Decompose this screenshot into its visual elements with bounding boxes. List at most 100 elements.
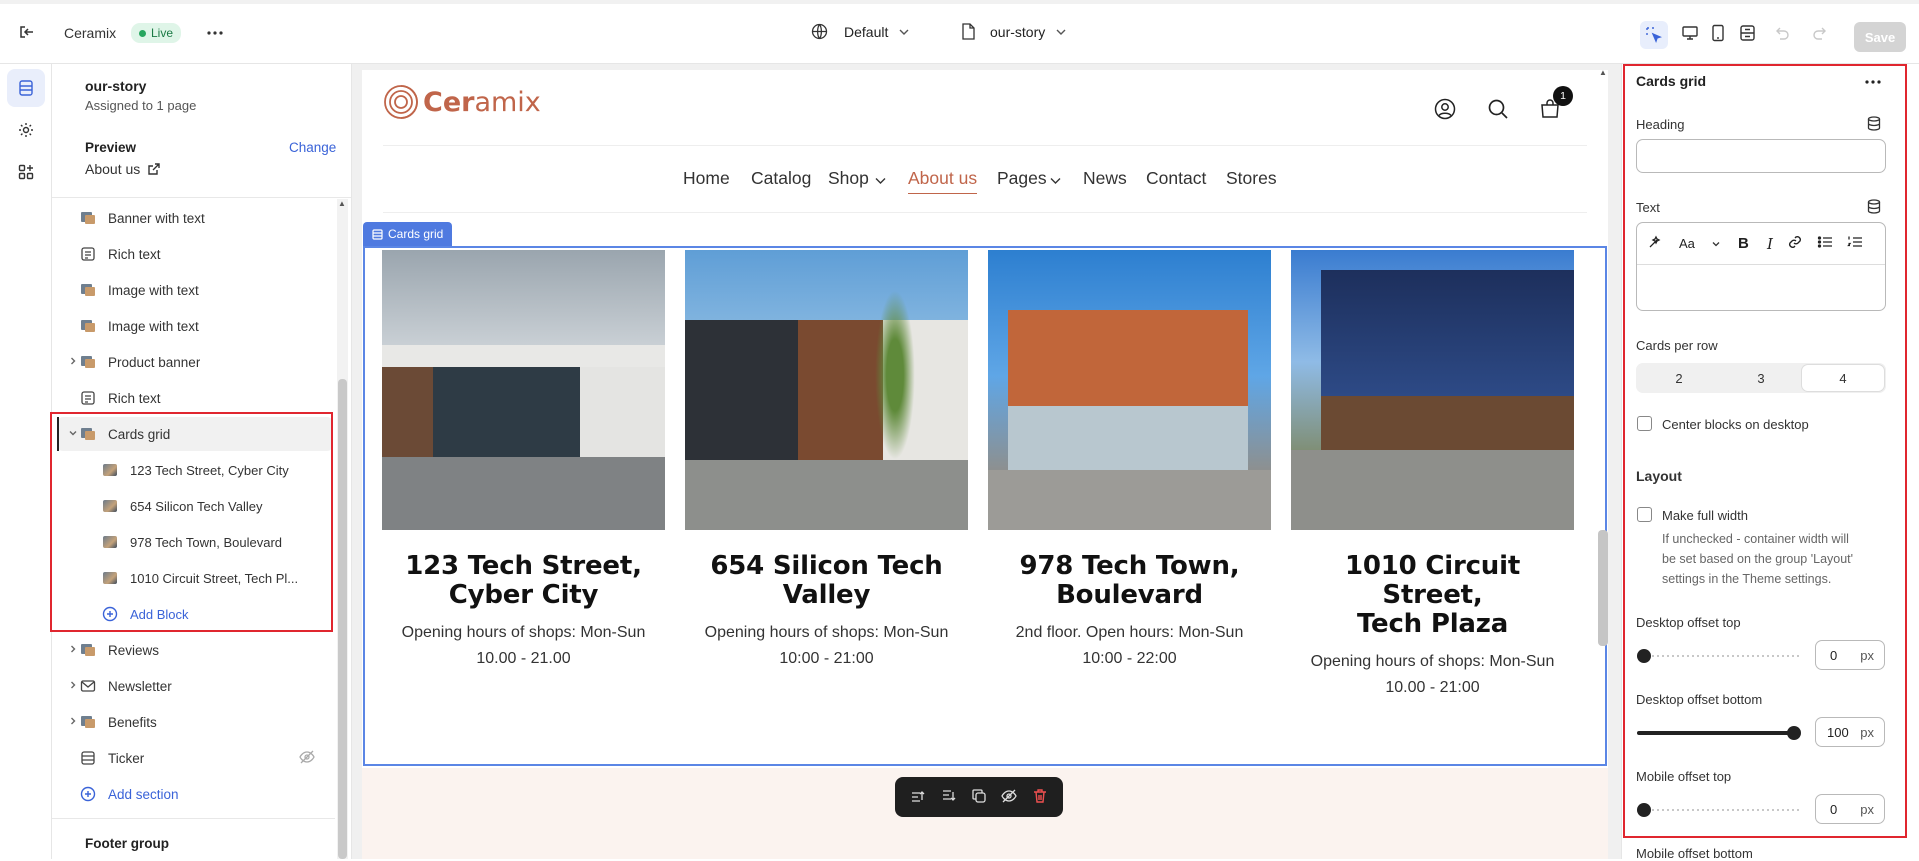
dynamic-source-icon[interactable]: [1867, 116, 1881, 134]
nav-pages[interactable]: Pages: [997, 168, 1047, 189]
theme-selector[interactable]: Default: [811, 23, 910, 40]
chevron-down-icon[interactable]: [1711, 236, 1721, 252]
chevron-right-icon[interactable]: [68, 356, 80, 369]
section-ticker[interactable]: Ticker: [52, 741, 335, 775]
full-width-checkbox[interactable]: [1637, 507, 1652, 522]
nav-contact[interactable]: Contact: [1146, 168, 1206, 189]
section-rich-text-2[interactable]: Rich text: [52, 381, 335, 415]
save-button[interactable]: Save: [1854, 22, 1906, 52]
file-icon: [961, 23, 976, 40]
heading-input[interactable]: [1636, 139, 1886, 173]
card-1-title-line1: 123 Tech Street,: [405, 551, 642, 581]
section-image-with-text-2[interactable]: Image with text: [52, 309, 335, 343]
settings-gear-icon[interactable]: [7, 111, 45, 149]
nav-news[interactable]: News: [1083, 168, 1127, 189]
chevron-right-icon[interactable]: [68, 716, 80, 729]
section-newsletter[interactable]: Newsletter: [52, 669, 335, 703]
sections-icon[interactable]: [7, 69, 45, 107]
section-tag[interactable]: Cards grid: [363, 222, 453, 246]
desktop-offset-top-slider[interactable]: [1637, 649, 1801, 663]
nav-shop[interactable]: Shop: [828, 168, 869, 189]
desktop-icon[interactable]: [1681, 24, 1699, 42]
add-section-button[interactable]: Add section: [52, 777, 335, 811]
center-blocks-checkbox[interactable]: [1637, 416, 1652, 431]
bold-icon[interactable]: B: [1738, 235, 1749, 252]
preview-page-link[interactable]: About us: [85, 161, 160, 177]
move-down-icon[interactable]: [941, 788, 957, 807]
nav-about-us[interactable]: About us: [908, 168, 978, 194]
card-1-title-line2: Cyber City: [448, 580, 599, 610]
ticker-icon: [80, 750, 96, 766]
full-width-label: Make full width: [1662, 508, 1748, 523]
inspector-toggle-icon[interactable]: [1640, 21, 1668, 49]
settings-title: Cards grid: [1636, 73, 1707, 89]
change-link[interactable]: Change: [289, 140, 336, 155]
delete-icon[interactable]: [1032, 788, 1048, 807]
dynamic-source-icon[interactable]: [1867, 199, 1881, 217]
mobile-offset-top-slider[interactable]: [1637, 803, 1801, 817]
card-3[interactable]: 978 Tech Town, Boulevard 2nd floor. Open …: [988, 250, 1271, 672]
cards-per-row-4[interactable]: 4: [1802, 365, 1884, 391]
nav-stores[interactable]: Stores: [1226, 168, 1277, 189]
ai-magic-icon[interactable]: [1647, 234, 1663, 253]
panel-scrollbar[interactable]: ▲: [337, 199, 348, 859]
more-options-icon[interactable]: [206, 24, 224, 42]
link-icon[interactable]: [1787, 234, 1803, 253]
template-name: our-story: [85, 78, 147, 94]
section-benefits[interactable]: Benefits: [52, 705, 335, 739]
section-rich-text[interactable]: Rich text: [52, 237, 335, 271]
card-4[interactable]: 1010 Circuit Street, Tech Plaza Opening h…: [1291, 250, 1574, 701]
numbered-list-icon[interactable]: [1847, 234, 1863, 253]
card-1[interactable]: 123 Tech Street, Cyber City Opening hours…: [382, 250, 665, 672]
section-product-banner[interactable]: Product banner: [52, 345, 335, 379]
italic-icon[interactable]: I: [1767, 235, 1773, 253]
section-image-with-text[interactable]: Image with text: [52, 273, 335, 307]
card-3-title-line2: Boulevard: [1056, 580, 1203, 610]
hide-icon[interactable]: [1001, 788, 1018, 807]
section-toolbar: [895, 777, 1063, 817]
chevron-right-icon[interactable]: [68, 680, 80, 693]
cards-per-row-selector: 2 3 4: [1636, 363, 1886, 393]
top-bar: Ceramix Live Default our-story Save: [0, 0, 1919, 64]
move-up-icon[interactable]: [910, 788, 926, 807]
duplicate-icon[interactable]: [971, 788, 987, 807]
redo-icon[interactable]: [1812, 25, 1828, 41]
layout-heading: Layout: [1636, 468, 1682, 484]
nav-home[interactable]: Home: [683, 168, 730, 189]
mobile-icon[interactable]: [1711, 24, 1725, 42]
visibility-hidden-icon[interactable]: [299, 749, 315, 768]
cards-per-row-3[interactable]: 3: [1720, 365, 1802, 391]
font-size-icon[interactable]: Aa: [1679, 236, 1695, 251]
cards-per-row-2[interactable]: 2: [1638, 365, 1720, 391]
live-badge: Live: [131, 23, 182, 43]
settings-more-icon[interactable]: [1864, 74, 1882, 93]
fullscreen-icon[interactable]: [1739, 24, 1756, 42]
apps-icon[interactable]: [7, 153, 45, 191]
card-4-title-line1: 1010 Circuit Street,: [1344, 551, 1521, 610]
exit-icon[interactable]: [18, 23, 36, 41]
search-icon[interactable]: [1487, 98, 1509, 123]
assigned-text: Assigned to 1 page: [85, 98, 197, 113]
footer-group-label[interactable]: Footer group: [85, 836, 169, 851]
desktop-offset-bottom-input[interactable]: 100 px: [1815, 717, 1885, 747]
card-3-image: [988, 250, 1271, 530]
cart-count-badge: 1: [1553, 86, 1573, 106]
desktop-offset-bottom-slider[interactable]: [1637, 726, 1801, 740]
section-image-with-text-label: Image with text: [108, 282, 199, 298]
desktop-offset-top-input[interactable]: 0 px: [1815, 640, 1885, 670]
section-banner-with-text[interactable]: Banner with text: [52, 201, 335, 235]
canvas-scrollbar[interactable]: ▲: [1596, 64, 1610, 859]
mobile-offset-top-input[interactable]: 0 px: [1815, 794, 1885, 824]
undo-icon[interactable]: [1774, 25, 1790, 41]
template-selector[interactable]: our-story: [961, 23, 1067, 40]
text-richtext-editor[interactable]: Aa B I: [1636, 222, 1886, 311]
logo-swirl-icon: [383, 84, 419, 120]
account-icon[interactable]: [1434, 98, 1456, 123]
nav-catalog[interactable]: Catalog: [751, 168, 811, 189]
bullet-list-icon[interactable]: [1817, 234, 1833, 253]
brand-logo[interactable]: Cer amix: [383, 84, 541, 120]
section-reviews[interactable]: Reviews: [52, 633, 335, 667]
card-2-text-line2: 10:00 - 21:00: [779, 650, 874, 667]
chevron-right-icon[interactable]: [68, 644, 80, 657]
card-2[interactable]: 654 Silicon Tech Valley Opening hours of …: [685, 250, 968, 672]
